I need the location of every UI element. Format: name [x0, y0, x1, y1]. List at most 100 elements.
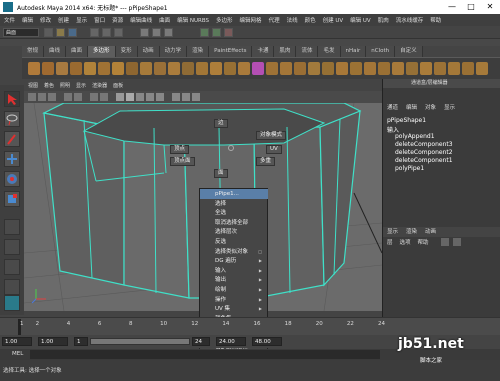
layer-menu-2[interactable]: 帮助	[418, 238, 429, 248]
sculpt-icon[interactable]	[434, 62, 446, 75]
close-button[interactable]: ✕	[482, 1, 498, 13]
menu-item-13[interactable]: 法线	[287, 16, 298, 24]
mm-uv[interactable]: UV	[266, 145, 282, 154]
mel-input[interactable]	[30, 350, 380, 359]
split-polygon-icon[interactable]	[308, 62, 320, 75]
bookmark-icon[interactable]	[48, 93, 56, 101]
camera-select-icon[interactable]	[28, 93, 36, 101]
shelf-tab-1[interactable]: 曲线	[44, 46, 67, 57]
start-time-field[interactable]: 1.00	[2, 337, 32, 346]
shadows-icon[interactable]	[172, 93, 180, 101]
append-polygon-icon[interactable]	[294, 62, 306, 75]
context-menu-item[interactable]: 选择类似对象 □	[200, 247, 268, 257]
graph-layout-icon[interactable]	[4, 279, 20, 295]
layer-menu-0[interactable]: 层	[387, 238, 393, 248]
channel-box-node[interactable]: deleteComponent3	[395, 141, 453, 148]
image-plane-icon[interactable]	[64, 93, 72, 101]
shelf-tab-7[interactable]: 渲染	[187, 46, 210, 57]
channel-box-menu-3[interactable]: 显示	[444, 103, 455, 113]
menu-item-8[interactable]: 曲面	[159, 16, 170, 24]
wireframe-on-shaded-icon[interactable]	[136, 93, 144, 101]
mm-face[interactable]: 面	[214, 169, 228, 178]
channel-box-menu-0[interactable]: 通道	[387, 103, 398, 113]
lights-icon[interactable]	[156, 93, 164, 101]
poly-prism-icon[interactable]	[112, 62, 124, 75]
collapse-icon[interactable]	[378, 62, 390, 75]
snap-point-icon[interactable]	[164, 28, 173, 37]
poly-cube-icon[interactable]	[42, 62, 54, 75]
layer-tab-2[interactable]: 动画	[425, 227, 436, 237]
minimize-button[interactable]: —	[444, 1, 460, 13]
channel-box-node[interactable]: deleteComponent1	[395, 157, 453, 164]
poly-sphere-icon[interactable]	[28, 62, 40, 75]
shelf-tab-6[interactable]: 动力学	[159, 46, 188, 57]
poke-icon[interactable]	[406, 62, 418, 75]
menu-item-15[interactable]: 创建 UV	[323, 16, 344, 24]
context-menu-item[interactable]: pPipe1...	[200, 189, 268, 199]
range-end-field[interactable]: 24	[192, 337, 210, 346]
layer-menu-1[interactable]: 选项	[400, 238, 411, 248]
snap-curve-icon[interactable]	[152, 28, 161, 37]
mm-vertex[interactable]: 顶点	[170, 145, 190, 154]
menu-item-7[interactable]: 编辑曲线	[130, 16, 152, 24]
range-start-field[interactable]: 1	[74, 337, 88, 346]
merge-icon[interactable]	[364, 62, 376, 75]
textured-icon[interactable]	[146, 93, 154, 101]
camera-attributes-icon[interactable]	[38, 93, 46, 101]
menu-item-18[interactable]: 流水线缓存	[396, 16, 424, 24]
smooth-shade-icon[interactable]	[126, 93, 134, 101]
shelf-tab-2[interactable]: 曲面	[66, 46, 89, 57]
context-menu-item[interactable]: 全选	[200, 208, 268, 218]
layer-tab-1[interactable]: 渲染	[406, 227, 417, 237]
outliner-layout-icon[interactable]	[4, 259, 20, 275]
context-menu-item[interactable]: 输入 ▶	[200, 266, 268, 276]
range-slider[interactable]	[90, 338, 190, 345]
channel-box-node[interactable]: deleteComponent2	[395, 149, 453, 156]
hypershade-layout-icon[interactable]	[4, 295, 20, 311]
combine-icon[interactable]	[182, 62, 194, 75]
context-menu-item[interactable]: 反选	[200, 237, 268, 247]
poly-soccer-icon[interactable]	[168, 62, 180, 75]
context-menu-item[interactable]: 操作 ▶	[200, 295, 268, 305]
poly-cylinder-icon[interactable]	[56, 62, 68, 75]
poly-torus-icon[interactable]	[98, 62, 110, 75]
channel-box-menu-2[interactable]: 对象	[425, 103, 436, 113]
channel-box-object-name[interactable]: pPipeShape1	[387, 117, 426, 124]
menu-item-16[interactable]: 编辑 UV	[350, 16, 371, 24]
context-menu-item[interactable]: 选择	[200, 199, 268, 209]
extract-icon[interactable]	[210, 62, 222, 75]
menu-item-4[interactable]: 显示	[76, 16, 87, 24]
menu-item-1[interactable]: 编辑	[22, 16, 33, 24]
new-layer-icon[interactable]	[441, 238, 449, 246]
insert-edge-loop-icon[interactable]	[322, 62, 334, 75]
resolution-gate-icon[interactable]	[100, 93, 108, 101]
new-layer-selected-icon[interactable]	[453, 238, 461, 246]
poly-pyramid-icon[interactable]	[126, 62, 138, 75]
menu-item-17[interactable]: 肌肉	[378, 16, 389, 24]
shelf-tab-10[interactable]: 肌肉	[274, 46, 297, 57]
select-tool-icon[interactable]	[4, 91, 20, 107]
poly-helix-icon[interactable]	[154, 62, 166, 75]
context-menu-item[interactable]: 绘制 ▶	[200, 285, 268, 295]
viewport-menu-0[interactable]: 视图	[28, 82, 38, 91]
wedge-icon[interactable]	[392, 62, 404, 75]
ipr-render-icon[interactable]	[212, 28, 221, 37]
move-tool-icon[interactable]	[4, 151, 20, 167]
menu-item-9[interactable]: 编辑 NURBS	[177, 16, 209, 24]
viewport-menu-4[interactable]: 渲染器	[92, 82, 107, 91]
mm-edge[interactable]: 边	[214, 119, 228, 128]
shelf-tab-11[interactable]: 流体	[296, 46, 319, 57]
menu-item-5[interactable]: 窗口	[94, 16, 105, 24]
poly-plane-icon[interactable]	[84, 62, 96, 75]
context-menu-item[interactable]: DG 遍历 ▶	[200, 256, 268, 266]
shelf-tab-14[interactable]: nCloth	[366, 46, 396, 57]
context-menu-item[interactable]: UV 集 ▶	[200, 304, 268, 314]
menu-item-14[interactable]: 颜色	[305, 16, 316, 24]
playback-end-field[interactable]: 24.00	[216, 337, 246, 346]
bridge-icon[interactable]	[280, 62, 292, 75]
offset-edge-loop-icon[interactable]	[336, 62, 348, 75]
shelf-tab-12[interactable]: 毛发	[318, 46, 341, 57]
mel-label[interactable]: MEL	[12, 351, 23, 357]
separate-icon[interactable]	[196, 62, 208, 75]
wireframe-icon[interactable]	[116, 93, 124, 101]
